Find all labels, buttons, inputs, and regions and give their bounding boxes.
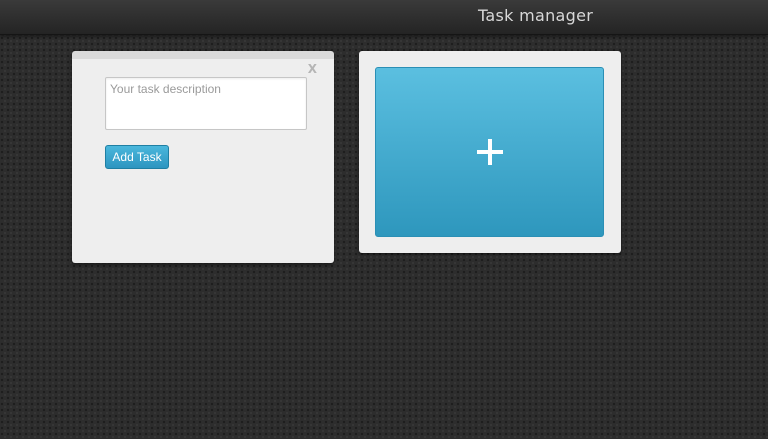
task-description-input[interactable]: [105, 77, 307, 130]
plus-icon: [476, 139, 503, 165]
task-form-card: X Add Task: [72, 51, 334, 263]
close-button[interactable]: X: [308, 62, 317, 76]
new-task-card: [359, 51, 621, 253]
add-task-button[interactable]: Add Task: [105, 145, 169, 169]
app-title: Task manager: [478, 6, 594, 25]
new-task-button[interactable]: [375, 67, 604, 237]
app-header: Task manager: [0, 0, 768, 35]
